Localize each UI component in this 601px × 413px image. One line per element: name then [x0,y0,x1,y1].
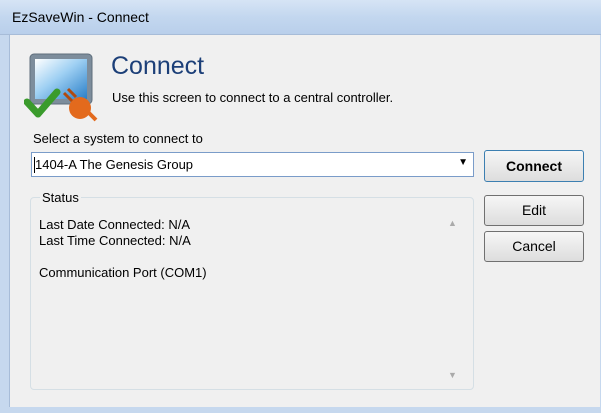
status-text-area: Last Date Connected: N/A Last Time Conne… [39,217,207,281]
status-legend: Status [40,190,81,205]
scroll-up-icon[interactable]: ▲ [448,218,457,228]
last-date-connected: Last Date Connected: N/A [39,217,191,232]
communication-port: Communication Port (COM1) [39,265,207,280]
system-select-value: 1404-A The Genesis Group [35,157,194,172]
connect-button[interactable]: Connect [484,150,584,182]
page-title: Connect [111,52,205,80]
page-subtitle: Use this screen to connect to a central … [112,90,394,105]
cancel-button[interactable]: Cancel [484,231,584,262]
edit-button[interactable]: Edit [484,195,584,226]
monitor-check-plug-icon [24,53,98,122]
title-bar[interactable]: EzSaveWin - Connect [0,0,601,35]
system-select[interactable]: 1404-A The Genesis Group ▼ [31,152,474,177]
status-blank-line [39,249,207,265]
window-title: EzSaveWin - Connect [12,9,149,25]
status-scrollbar[interactable]: ▲ ▼ [444,216,462,382]
scroll-down-icon[interactable]: ▼ [448,370,457,380]
chevron-down-icon[interactable]: ▼ [458,157,468,168]
last-time-connected: Last Time Connected: N/A [39,233,191,248]
system-select-label: Select a system to connect to [33,131,203,146]
